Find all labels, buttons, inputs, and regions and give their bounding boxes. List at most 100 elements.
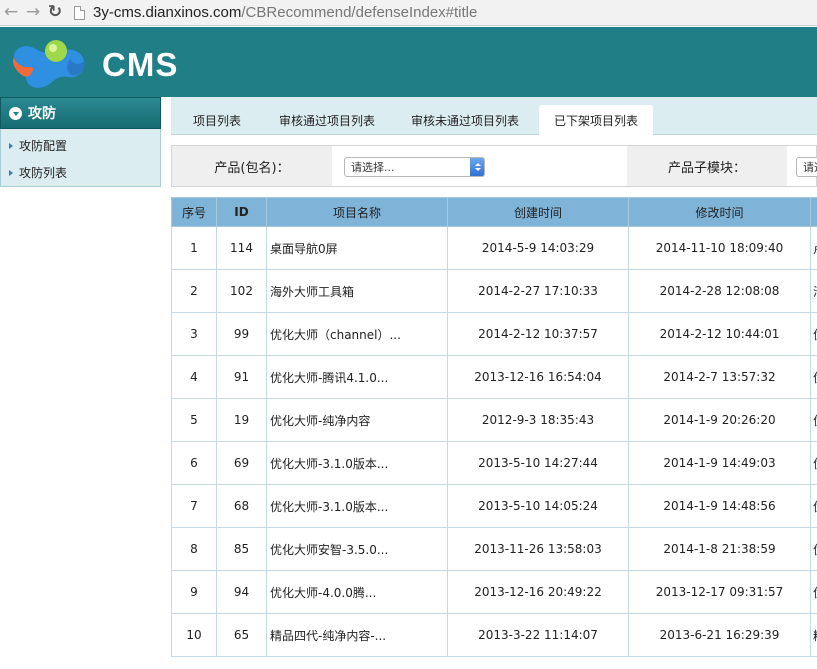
- module-select-value: 请选: [803, 161, 817, 174]
- cell-project-name: 优化大师安智-3.5.0...: [266, 527, 448, 571]
- cell-created-time: 2013-5-10 14:05:24: [447, 484, 629, 528]
- browser-toolbar: ← → ↻ 3y-cms.dianxinos.com/CBRecommend/d…: [0, 0, 817, 26]
- sidebar: 攻防 攻防配置 攻防列表: [0, 97, 161, 187]
- cell-project-name: 优化大师-3.1.0版本...: [266, 441, 448, 485]
- table-row[interactable]: 4 91 优化大师-腾讯4.1.0... 2013-12-16 16:54:04 201…: [171, 355, 817, 399]
- product-select-value: 请选择...: [351, 161, 395, 174]
- table-row[interactable]: 9 94 优化大师-4.0.0腾... 2013-12-16 20:49:22 2013…: [171, 570, 817, 614]
- cell-index: 8: [171, 527, 217, 571]
- url-text[interactable]: 3y-cms.dianxinos.com/CBRecommend/defense…: [93, 4, 477, 21]
- cell-project-name: 海外大师工具箱: [266, 269, 448, 313]
- sidebar-item-defense-config[interactable]: 攻防配置: [1, 132, 160, 159]
- cell-created-time: 2014-2-12 10:37:57: [447, 312, 629, 356]
- cms-logo-icon: [12, 40, 85, 88]
- tab-label: 项目列表: [192, 113, 241, 128]
- page-root: ← → ↻ 3y-cms.dianxinos.com/CBRecommend/d…: [0, 0, 817, 669]
- cell-id: 99: [216, 312, 267, 356]
- cell-modified-time: 2014-1-9 14:48:56: [628, 484, 811, 528]
- table-row[interactable]: 1 114 桌面导航0屏 2014-5-9 14:03:29 2014-11-10 18…: [171, 226, 817, 270]
- cell-project-name: 优化大师-4.0.0腾...: [266, 570, 448, 614]
- cell-project-name: 优化大师-纯净内容: [266, 398, 448, 442]
- tab-bar: 项目列表 审核通过项目列表 审核未通过项目列表 已下架项目列表: [171, 97, 817, 136]
- cell-created-time: 2014-5-9 14:03:29: [447, 226, 629, 270]
- tab-approved-list[interactable]: 审核通过项目列表: [265, 105, 389, 135]
- cell-index: 7: [171, 484, 217, 528]
- product-filter-label: 产品(包名)：: [172, 146, 332, 186]
- cell-created-time: 2013-12-16 20:49:22: [447, 570, 629, 614]
- cell-extra: 淮: [810, 269, 817, 313]
- sidebar-item-label: 攻防配置: [19, 139, 68, 153]
- cell-modified-time: 2014-11-10 18:09:40: [628, 226, 811, 270]
- column-header-extra: [810, 197, 817, 227]
- cell-extra: 优: [810, 441, 817, 485]
- arrow-right-icon: [9, 169, 13, 176]
- cell-project-name: 优化大师-3.1.0版本...: [266, 484, 448, 528]
- cell-index: 10: [171, 613, 217, 657]
- cell-created-time: 2012-9-3 18:35:43: [447, 398, 629, 442]
- module-filter-label: 产品子模块：: [627, 146, 787, 186]
- cell-extra: 优: [810, 355, 817, 399]
- cell-id: 19: [216, 398, 267, 442]
- sidebar-item-defense-list[interactable]: 攻防列表: [1, 159, 160, 186]
- table-row[interactable]: 6 69 优化大师-3.1.0版本... 2013-5-10 14:27:44 2014…: [171, 441, 817, 485]
- cell-id: 65: [216, 613, 267, 657]
- cell-modified-time: 2013-12-17 09:31:57: [628, 570, 811, 614]
- table-row[interactable]: 2 102 海外大师工具箱 2014-2-27 17:10:33 2014-2-28 1…: [171, 269, 817, 313]
- cell-extra: 精: [810, 613, 817, 657]
- cell-index: 2: [171, 269, 217, 313]
- cell-modified-time: 2013-6-21 16:29:39: [628, 613, 811, 657]
- cell-index: 4: [171, 355, 217, 399]
- cell-index: 6: [171, 441, 217, 485]
- tab-rejected-list[interactable]: 审核未通过项目列表: [397, 105, 533, 135]
- table-row[interactable]: 3 99 优化大师（channel）... 2014-2-12 10:37:57 201…: [171, 312, 817, 356]
- cell-created-time: 2013-12-16 16:54:04: [447, 355, 629, 399]
- cell-modified-time: 2014-2-12 10:44:01: [628, 312, 811, 356]
- cell-created-time: 2014-2-27 17:10:33: [447, 269, 629, 313]
- page-icon: [74, 5, 85, 20]
- table-row[interactable]: 8 85 优化大师安智-3.5.0... 2013-11-26 13:58:03 201…: [171, 527, 817, 571]
- cell-created-time: 2013-5-10 14:27:44: [447, 441, 629, 485]
- url-path: /CBRecommend/defenseIndex#title: [241, 4, 478, 21]
- cell-project-name: 精品四代-纯净内容-...: [266, 613, 448, 657]
- tab-label: 审核未通过项目列表: [410, 113, 519, 128]
- table-header-row: 序号 ID 项目名称 创建时间 修改时间: [171, 197, 817, 227]
- cell-id: 68: [216, 484, 267, 528]
- cell-project-name: 优化大师-腾讯4.1.0...: [266, 355, 448, 399]
- cell-modified-time: 2014-1-9 14:49:03: [628, 441, 811, 485]
- column-header-name: 项目名称: [266, 197, 448, 227]
- tab-offline-list[interactable]: 已下架项目列表: [539, 105, 653, 136]
- module-select[interactable]: 请选: [796, 157, 817, 177]
- tab-project-list[interactable]: 项目列表: [177, 105, 257, 135]
- column-header-id: ID: [216, 197, 267, 227]
- back-arrow-icon[interactable]: ←: [0, 2, 22, 24]
- collapse-circle-icon: [9, 106, 22, 120]
- arrow-right-icon: [9, 142, 13, 149]
- cell-project-name: 桌面导航0屏: [266, 226, 448, 270]
- cell-id: 102: [216, 269, 267, 313]
- column-header-index: 序号: [171, 197, 217, 227]
- tab-label: 已下架项目列表: [553, 114, 638, 128]
- project-table: 序号 ID 项目名称 创建时间 修改时间 1 114 桌面导航0屏 2014-5-9 …: [171, 197, 817, 657]
- column-header-modified: 修改时间: [628, 197, 811, 227]
- column-header-created: 创建时间: [447, 197, 629, 227]
- forward-arrow-icon[interactable]: →: [22, 2, 44, 24]
- filter-row: 产品(包名)： 请选择... 产品子模块： 请选: [171, 145, 817, 187]
- cell-extra: 优: [810, 484, 817, 528]
- sidebar-item-label: 攻防列表: [19, 166, 68, 180]
- cell-extra: 优: [810, 312, 817, 356]
- table-row[interactable]: 7 68 优化大师-3.1.0版本... 2013-5-10 14:05:24 2014…: [171, 484, 817, 528]
- cell-id: 85: [216, 527, 267, 571]
- table-row[interactable]: 5 19 优化大师-纯净内容 2012-9-3 18:35:43 2014-1-9 20…: [171, 398, 817, 442]
- cell-index: 1: [171, 226, 217, 270]
- sidebar-section-header[interactable]: 攻防: [0, 97, 161, 129]
- url-host: 3y-cms.dianxinos.com: [93, 4, 242, 21]
- address-bar[interactable]: 3y-cms.dianxinos.com/CBRecommend/defense…: [74, 2, 477, 24]
- app-header: CMS: [0, 27, 817, 97]
- table-row[interactable]: 10 65 精品四代-纯净内容-... 2013-3-22 11:14:07 2013-…: [171, 613, 817, 657]
- cell-id: 114: [216, 226, 267, 270]
- product-select[interactable]: 请选择...: [344, 157, 485, 177]
- reload-icon[interactable]: ↻: [44, 2, 66, 24]
- cell-created-time: 2013-3-22 11:14:07: [447, 613, 629, 657]
- cell-id: 69: [216, 441, 267, 485]
- cell-extra: 优: [810, 398, 817, 442]
